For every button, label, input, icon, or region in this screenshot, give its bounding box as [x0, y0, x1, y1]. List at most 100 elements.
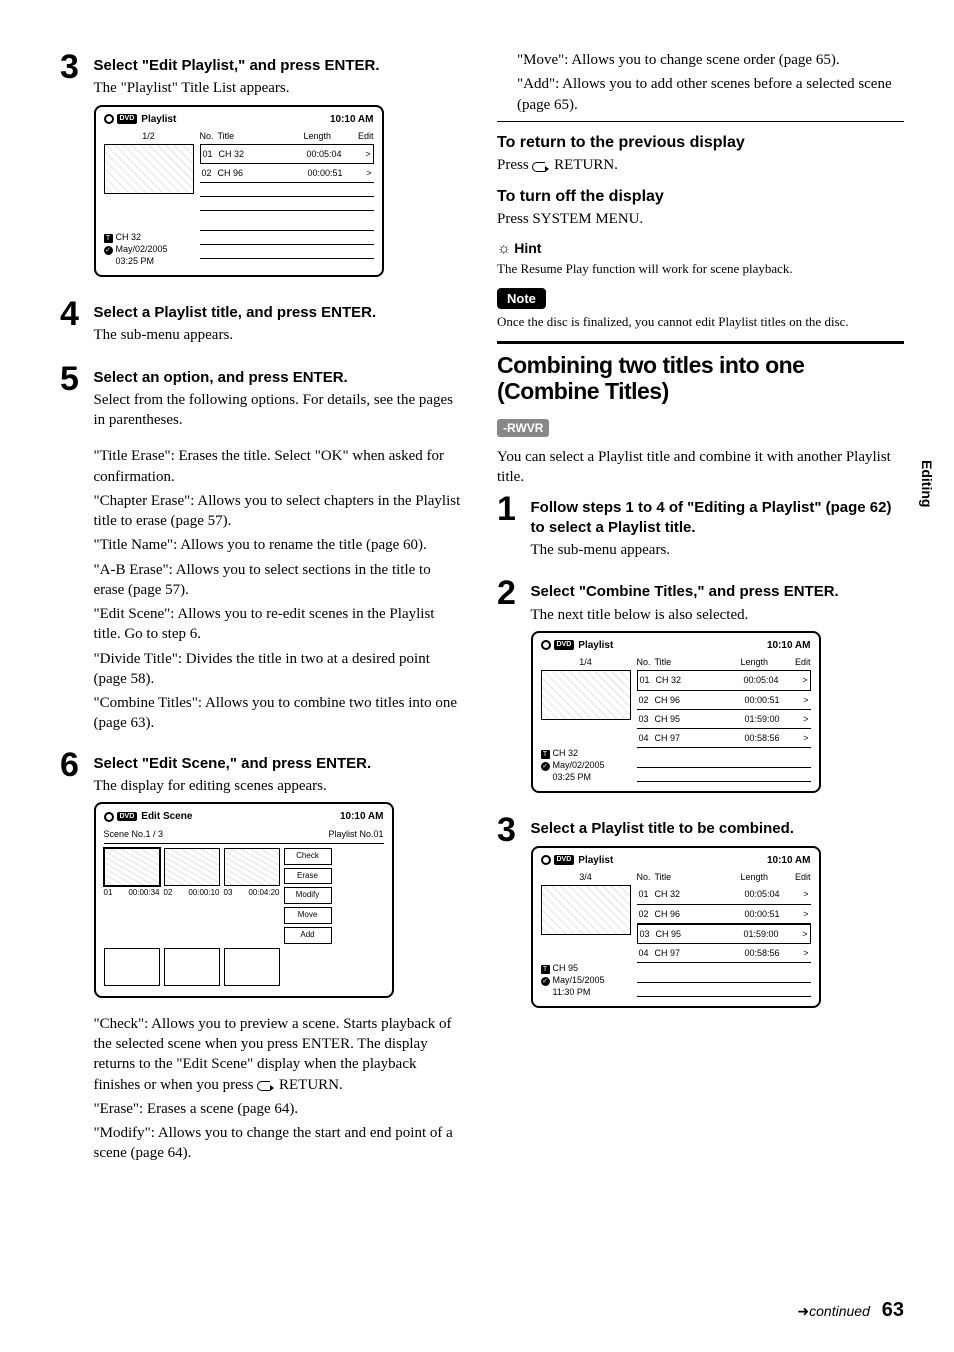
table-header: No. Title Length Edit — [200, 130, 374, 142]
thumbnail — [541, 670, 631, 720]
meta-time: 03:25 PM — [553, 772, 592, 782]
page-number: 63 — [882, 1299, 904, 1321]
table-row[interactable]: 02CH 9600:00:51> — [637, 691, 811, 710]
screen-time: 10:10 AM — [330, 113, 374, 127]
modify-button[interactable]: Modify — [284, 887, 332, 904]
scene-thumb-empty — [164, 948, 220, 986]
step-heading: Select "Edit Playlist," and press ENTER. — [94, 56, 465, 76]
meta-block: TCH 32 ✓May/02/2005 03:25 PM — [541, 748, 631, 783]
step-number: 1 — [497, 492, 527, 526]
arrow-icon: ➜ — [797, 1303, 809, 1319]
meta-block: TCH 32 ✓May/02/2005 03:25 PM — [104, 232, 194, 267]
scene-thumb-empty — [104, 948, 160, 986]
meta-date: May/02/2005 — [116, 244, 168, 254]
divider — [497, 121, 904, 122]
option-text: "Move": Allows you to change scene order… — [517, 50, 904, 70]
table-row[interactable]: 02CH 9600:00:51> — [200, 164, 374, 183]
option-text: "A-B Erase": Allows you to select sectio… — [94, 560, 465, 601]
scene-thumb-empty — [224, 948, 280, 986]
hint-icon: ☼ — [497, 241, 511, 257]
table-row[interactable]: 04CH 9700:58:56> — [637, 944, 811, 963]
meta-time: 11:30 PM — [553, 987, 591, 997]
table-row[interactable]: 02CH 9600:00:51> — [637, 905, 811, 924]
dvd-badge: DVD — [117, 114, 138, 123]
dvd-badge: DVD — [554, 855, 575, 864]
table-row[interactable]: 03CH 9501:59:00> — [637, 710, 811, 729]
disc-icon — [104, 114, 114, 124]
table-header: No.TitleLengthEdit — [637, 656, 811, 668]
step-subtext: The display for editing scenes appears. — [94, 776, 465, 796]
step-subtext: The sub-menu appears. — [531, 540, 902, 560]
scene-cell[interactable]: 0100:00:34 — [104, 848, 160, 899]
move-button[interactable]: Move — [284, 907, 332, 924]
section-divider — [497, 341, 904, 344]
check-button[interactable]: Check — [284, 848, 332, 865]
add-button[interactable]: Add — [284, 927, 332, 944]
erase-button[interactable]: Erase — [284, 868, 332, 885]
step-number: 4 — [60, 297, 90, 331]
right-column: "Move": Allows you to change scene order… — [497, 50, 904, 1178]
title-icon: T — [541, 750, 550, 759]
table-row[interactable]: 04CH 9700:58:56> — [637, 729, 811, 748]
step-number: 5 — [60, 362, 90, 396]
step-6: 6 Select "Edit Scene," and press ENTER. … — [60, 748, 467, 1168]
playlist-screen-2: DVDPlaylist 10:10 AM 1/4 TCH 32 ✓May/02/… — [531, 631, 821, 794]
table-header: No.TitleLengthEdit — [637, 871, 811, 883]
screen-time: 10:10 AM — [340, 810, 384, 824]
right-step-3: 3 Select a Playlist title to be combined… — [497, 813, 904, 1018]
step-heading: Select a Playlist title, and press ENTER… — [94, 303, 465, 323]
option-text: "Title Name": Allows you to rename the t… — [94, 535, 465, 555]
table-row[interactable]: 03CH 9501:59:00> — [637, 924, 811, 944]
scene-cell[interactable]: 0300:04:20 — [224, 848, 280, 899]
table-row[interactable]: 01CH 3200:05:04> — [637, 670, 811, 690]
right-step-1: 1 Follow steps 1 to 4 of "Editing a Play… — [497, 492, 904, 567]
option-text: "Edit Scene": Allows you to re-edit scen… — [94, 604, 465, 645]
thumbnail — [104, 144, 194, 194]
footer: ➜continued 63 — [797, 1297, 904, 1324]
title-icon: T — [104, 234, 113, 243]
step-3: 3 Select "Edit Playlist," and press ENTE… — [60, 50, 467, 287]
continued-label: continued — [809, 1303, 870, 1319]
option-text: "Erase": Erases a scene (page 64). — [94, 1099, 465, 1119]
right-step-2: 2 Select "Combine Titles," and press ENT… — [497, 576, 904, 803]
item-count: 1/2 — [104, 130, 194, 142]
note-body: Once the disc is finalized, you cannot e… — [497, 313, 904, 331]
clock-icon: ✓ — [541, 762, 550, 771]
table-row[interactable]: 01CH 3200:05:04> — [637, 885, 811, 904]
body-text: Press SYSTEM MENU. — [497, 209, 904, 229]
step-subtext: The "Playlist" Title List appears. — [94, 78, 465, 98]
step-5: 5 Select an option, and press ENTER. Sel… — [60, 362, 467, 738]
playlist-screen-1: DVDPlaylist 10:10 AM 1/2 TCH 32 ✓May/02/… — [94, 105, 384, 278]
section-intro: You can select a Playlist title and comb… — [497, 447, 904, 488]
scene-thumb — [104, 848, 160, 886]
screen-title: Playlist — [141, 114, 176, 125]
scene-thumb — [224, 848, 280, 886]
edit-scene-screen: DVDEdit Scene 10:10 AM Scene No.1 / 3 Pl… — [94, 802, 394, 998]
meta-channel: CH 95 — [553, 963, 579, 973]
meta-date: May/02/2005 — [553, 760, 605, 770]
option-text: "Chapter Erase": Allows you to select ch… — [94, 491, 465, 532]
scene-number: Scene No.1 / 3 — [104, 828, 164, 840]
step-number: 3 — [60, 50, 90, 84]
playlist-number: Playlist No.01 — [328, 828, 383, 840]
clock-icon: ✓ — [104, 246, 113, 255]
step-number: 2 — [497, 576, 527, 610]
screen-title: Edit Scene — [141, 811, 192, 822]
title-icon: T — [541, 965, 550, 974]
option-text: "Combine Titles": Allows you to combine … — [94, 693, 465, 734]
step-heading: Select an option, and press ENTER. — [94, 368, 465, 388]
step-heading: Select "Edit Scene," and press ENTER. — [94, 754, 465, 774]
section-heading: Combining two titles into one (Combine T… — [497, 352, 904, 405]
sub-heading: To turn off the display — [497, 186, 904, 208]
scene-thumb — [164, 848, 220, 886]
option-text: "Divide Title": Divides the title in two… — [94, 649, 465, 690]
note-label: Note — [497, 288, 546, 310]
step-subtext: The sub-menu appears. — [94, 325, 465, 345]
disc-icon — [104, 812, 114, 822]
body-text: Press RETURN. — [497, 155, 904, 175]
table-row[interactable]: 01CH 3200:05:04> — [200, 144, 374, 164]
option-text: "Check": Allows you to preview a scene. … — [94, 1014, 465, 1095]
step-heading: Follow steps 1 to 4 of "Editing a Playli… — [531, 498, 902, 539]
meta-channel: CH 32 — [553, 748, 579, 758]
scene-cell[interactable]: 0200:00:10 — [164, 848, 220, 899]
